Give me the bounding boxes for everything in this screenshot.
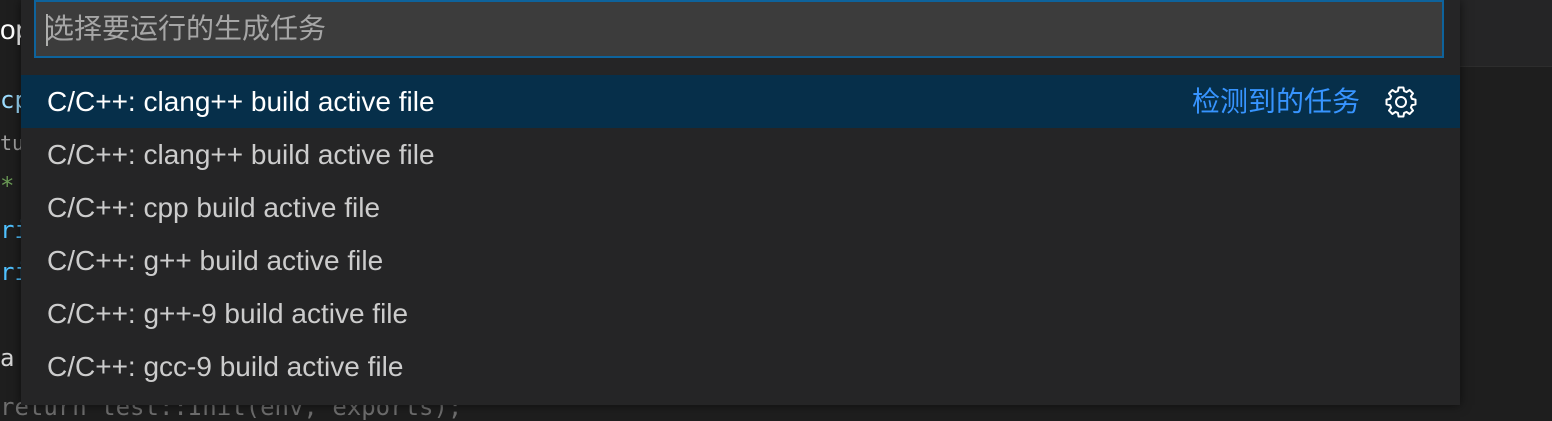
quick-pick-item-5[interactable]: C/C++: gcc-9 build active file [21,340,1460,393]
editor-right-area [1460,66,1552,417]
quick-pick-input[interactable] [36,2,1442,56]
tab-title-fragment: op [0,14,21,45]
code-fragment-line6: a [0,344,15,372]
quick-pick-item-4[interactable]: C/C++: g++-9 build active file [21,287,1460,340]
quick-pick-item-0[interactable]: C/C++: clang++ build active file 检测到的任务 [21,75,1460,128]
quick-pick-item-label: C/C++: gcc-9 build active file [47,351,404,382]
quick-pick-item-description: 检测到的任务 [1191,86,1360,117]
quick-pick-input-box[interactable] [34,0,1444,58]
quick-pick-widget: C/C++: clang++ build active file 检测到的任务 … [21,0,1460,405]
quick-pick-item-2[interactable]: C/C++: cpp build active file [21,181,1460,234]
quick-pick-item-1[interactable]: C/C++: clang++ build active file [21,128,1460,181]
code-fragment-line4: ri [0,216,21,244]
quick-pick-list: C/C++: clang++ build active file 检测到的任务 … [21,75,1460,393]
code-fragment-line2: tu [0,131,21,155]
quick-pick-item-label: C/C++: g++-9 build active file [47,298,409,329]
code-fragment-line1: cp [0,86,21,114]
gear-icon[interactable] [1385,86,1417,118]
quick-pick-item-label: C/C++: g++ build active file [47,245,384,276]
text-caret [46,14,48,46]
code-fragment-line5: ri [0,258,21,286]
quick-pick-item-label: C/C++: cpp build active file [47,192,381,223]
quick-pick-item-label: C/C++: clang++ build active file [47,139,435,170]
quick-pick-item-3[interactable]: C/C++: g++ build active file [21,234,1460,287]
quick-pick-item-label: C/C++: clang++ build active file [47,86,435,117]
code-fragment-line3: * [0,172,15,200]
